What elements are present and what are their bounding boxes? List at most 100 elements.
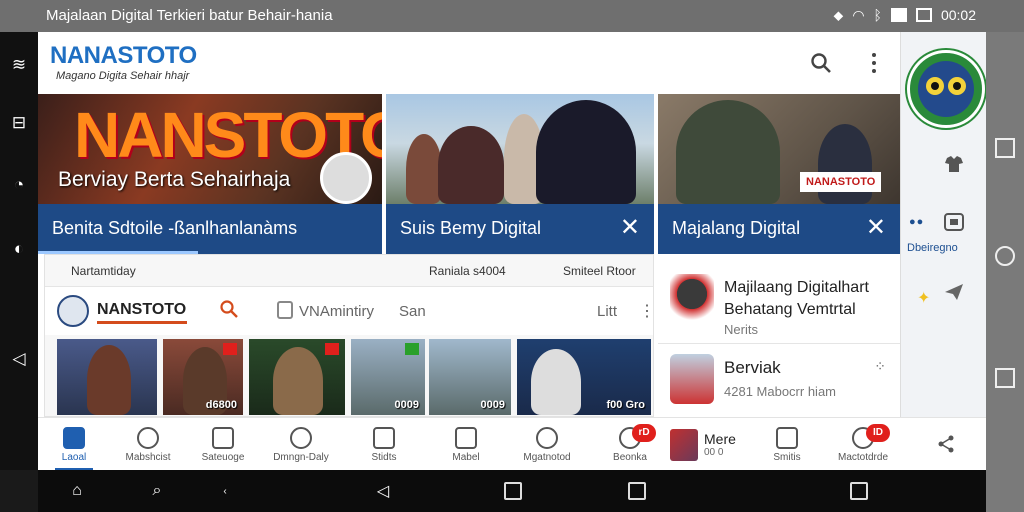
person-figure	[406, 134, 442, 204]
nav-label: Beonka	[613, 451, 647, 463]
clipboard-icon[interactable]	[277, 301, 293, 319]
feed-meta-row: Nartamtiday Raniala s4004 Smiteel Rtoor	[45, 255, 653, 287]
nav-item-11[interactable]: Mactotdrde ID	[832, 418, 894, 470]
grid-icon	[373, 426, 395, 449]
side-panel: ●● Dbeiregno ✦	[900, 32, 986, 417]
app-tagline: Magano Digita Sehair hhajr	[56, 70, 190, 82]
thumb-icon	[670, 428, 698, 461]
status-icons: ⬥ ◠ ᛒ 00:02	[834, 6, 976, 24]
nav-item-9[interactable]: Mere 00 0	[670, 418, 764, 470]
search-icon[interactable]	[219, 299, 239, 319]
dots-icon[interactable]: ●●	[909, 216, 924, 228]
zz-icon	[290, 426, 312, 449]
brand-underline	[97, 321, 187, 324]
nav-item-10[interactable]: Smitis	[764, 418, 810, 470]
side-news-list: Majilaang Digitalhart Behatang Vemtrtal …	[658, 254, 900, 417]
hero-card-1[interactable]: NANSTOTO Berviay Berta Sehairhaja Benita…	[38, 94, 382, 254]
home-icon[interactable]: ⌂	[68, 482, 86, 500]
person-figure	[273, 347, 323, 415]
search-icon[interactable]	[810, 52, 832, 74]
menu-lines-icon[interactable]: ≋	[8, 54, 30, 76]
thumb-3[interactable]	[249, 339, 345, 415]
list-item-title: Majilaang Digitalhart	[724, 279, 869, 296]
nav-label: Mabshcist	[125, 451, 171, 463]
square-icon[interactable]	[850, 482, 868, 500]
person-figure	[676, 100, 780, 204]
feed-brand[interactable]: NANSTOTO	[97, 301, 186, 319]
feed-meta-2: Raniala s4004	[429, 264, 506, 278]
shield-icon[interactable]: ◐	[8, 238, 30, 260]
close-icon[interactable]: ✕	[866, 216, 886, 240]
nav-item-3[interactable]: Sateuoge	[198, 418, 248, 470]
nav-label: Mabel	[452, 451, 480, 463]
thumb-1[interactable]	[57, 339, 157, 415]
nav-item-4[interactable]: Dmngn-Daly	[270, 418, 332, 470]
tray-icon[interactable]: ⊟	[8, 112, 30, 134]
recent-square-icon[interactable]	[995, 368, 1015, 388]
thumb-4[interactable]: 0009	[351, 339, 425, 415]
hero-tag: NANASTOTO	[800, 172, 882, 192]
square-icon[interactable]	[995, 138, 1015, 158]
app-logo[interactable]: NANASTOTO	[50, 42, 197, 70]
list-item-title: Berviak	[724, 358, 781, 377]
system-nav-bar: ⌂ ⌕ ‹ ◁	[38, 470, 986, 512]
shirt-icon[interactable]	[943, 154, 965, 174]
brand-icon	[57, 295, 89, 327]
nav-item-2[interactable]: Mabshcist	[122, 418, 174, 470]
hero-image-1: NANSTOTO Berviay Berta Sehairhaja	[38, 94, 382, 204]
hero-caption-2-text: Suis Bemy Digital	[400, 218, 542, 238]
list-item[interactable]: Majilaang Digitalhart Behatang Vemtrtal …	[658, 254, 900, 344]
thumb-badge	[325, 343, 339, 355]
owl-avatar[interactable]	[907, 50, 985, 128]
feed-lit[interactable]: Litt	[597, 303, 617, 320]
dot-icon[interactable]: ‹	[216, 482, 234, 500]
feed-tab-2[interactable]: San	[399, 303, 426, 320]
data-icon	[890, 8, 907, 22]
nav-item-8[interactable]: Beonka rD	[608, 418, 656, 470]
battery-icon	[915, 8, 932, 22]
thumb-label: 0009	[394, 399, 419, 411]
hero-overlay-text: Berviay Berta Sehairhaja	[58, 168, 291, 191]
nav-item-6[interactable]: Mabel	[446, 418, 486, 470]
nav-item-home[interactable]: Laoal	[54, 418, 94, 470]
nav-item-7[interactable]: Mgatnotod	[516, 418, 578, 470]
list-item[interactable]: Berviak 4281 Mabocrr hiam ⁘	[658, 344, 900, 417]
share-icon[interactable]	[936, 434, 956, 454]
hero-caption-2: Suis Bemy Digital ✕	[386, 204, 654, 254]
square-icon[interactable]	[628, 482, 646, 500]
hero-card-3[interactable]: NANASTOTO Majalang Digital ✕	[658, 94, 900, 254]
nav-label: Laoal	[61, 451, 87, 463]
nav-label: Dmngn-Daly	[273, 451, 329, 463]
send-icon[interactable]	[943, 282, 965, 302]
circle-icon[interactable]	[995, 246, 1015, 266]
feed-tab[interactable]: VNAmintiry	[299, 303, 374, 320]
feed-more-icon[interactable]: ⋮	[639, 301, 655, 321]
thumb-5[interactable]: 0009	[429, 339, 511, 415]
status-title: Majalaan Digital Terkieri batur Behair-h…	[46, 7, 333, 24]
hero-badge	[320, 152, 372, 204]
thumb-2[interactable]: d6800	[163, 339, 243, 415]
back-icon[interactable]: ◁	[8, 348, 30, 370]
media-icon[interactable]	[943, 212, 965, 232]
square-icon[interactable]	[504, 482, 522, 500]
thumb-badge	[223, 343, 237, 355]
nav-sublabel: 00 0	[704, 447, 724, 458]
person-figure	[536, 100, 636, 204]
back-icon[interactable]: ◁	[374, 482, 392, 500]
nav-item-5[interactable]: Stidts	[362, 418, 406, 470]
notification-badge: ID	[866, 424, 890, 442]
hero-card-2[interactable]: Suis Bemy Digital ✕	[386, 94, 654, 254]
overflow-menu-icon[interactable]	[866, 50, 882, 76]
timer-icon[interactable]: ◔	[8, 174, 30, 196]
home-icon	[63, 426, 85, 449]
thumb-label: d6800	[205, 399, 237, 411]
status-bar: Majalaan Digital Terkieri batur Behair-h…	[0, 0, 1024, 32]
search-icon[interactable]: ⌕	[148, 482, 166, 500]
more-icon[interactable]: ⁘	[874, 358, 886, 375]
news-icon	[670, 274, 714, 324]
hero-image-2	[386, 94, 654, 204]
nav-label: Smitis	[773, 451, 801, 463]
close-icon[interactable]: ✕	[620, 216, 640, 240]
person-figure	[438, 126, 504, 204]
thumb-6[interactable]: f00 Gro	[517, 339, 651, 415]
